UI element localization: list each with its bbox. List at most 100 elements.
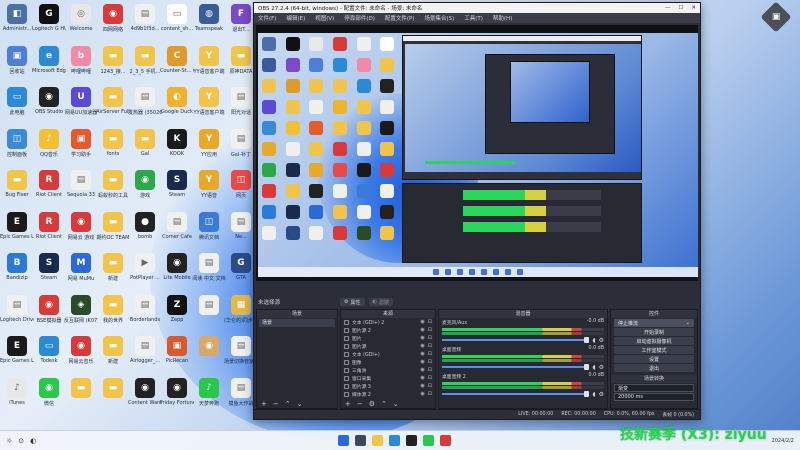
desktop-icon[interactable]: ◉ 网易云 游戏 [64,211,98,252]
lock-icon[interactable]: ⊡ [428,343,432,349]
eye-icon[interactable]: ◉ [420,351,424,357]
menu-item[interactable]: 工具(T) [464,14,483,22]
settings-button[interactable]: 设置 [614,355,694,363]
desktop-icon[interactable]: ● bomb [128,211,162,252]
desktop-icon[interactable]: ♪ QQ音乐 [32,128,66,169]
desktop-icon[interactable]: ▬ 新建 [96,253,130,293]
desktop-icon[interactable]: ◐ Google Duck [160,87,194,127]
desktop-icon[interactable]: ▬ 期约OC TEAM [96,211,130,252]
properties-button[interactable]: ⚙ 属性 [340,298,365,306]
stop-stream-button[interactable]: 停止推流 ⌄ [614,319,694,327]
speaker-icon[interactable]: ◖ [592,337,595,344]
remove-icon[interactable]: − [273,400,279,408]
virtual-camera-button[interactable]: 启动虚拟摄像机 [614,337,694,345]
lock-icon[interactable]: ⊡ [428,351,432,357]
task-view-icon[interactable] [355,435,366,446]
file-explorer-icon[interactable] [372,435,383,446]
desktop-icon[interactable]: ◉ OBS Studio [32,87,66,127]
source-item[interactable]: 文本 (GDI+) 2 ◉ ⊡ [341,318,435,326]
desktop-icon[interactable]: ▬ 蚂蚁秒的工具 [96,170,130,210]
menu-item[interactable]: 帮助(H) [493,14,512,22]
desktop-icon[interactable]: ▬ [64,377,98,418]
lock-icon[interactable]: ⊡ [428,375,432,381]
desktop-icon[interactable]: ◉ [192,336,226,376]
lock-icon[interactable]: ⊡ [428,335,432,341]
desktop-icon[interactable]: ◉Content Warning [128,377,162,418]
transition-select[interactable]: 渐变 [614,384,694,392]
desktop-icon[interactable]: G Logitech G HUB [32,4,66,44]
filters-button[interactable]: ◐ 滤镜 [368,298,393,306]
desktop-icon[interactable]: ▤ Airlogger_... [128,336,162,376]
gear-icon[interactable]: ⚙ [599,364,604,371]
speaker-icon[interactable]: ◖ [592,391,595,398]
desktop-icon[interactable]: EEpic Games Launcher [0,211,34,252]
menu-item[interactable]: 视图(V) [315,14,334,22]
desktop-icon[interactable]: ▬ fonts [96,128,130,169]
move-up-icon[interactable]: ⌃ [285,400,291,408]
desktop-icon[interactable]: ▶ PotPlayer ... [128,253,162,293]
desktop-icon[interactable]: U 网易UU加速器 [64,87,98,127]
source-item[interactable]: 图像 ◉ ⊡ [341,358,435,366]
desktop-icon[interactable]: ▣ PicRecan [160,336,194,376]
lock-icon[interactable]: ⊡ [428,367,432,373]
desktop-icon[interactable]: ▬ 新建 [96,336,130,376]
desktop-icon[interactable]: ▤ Borderlands [128,294,162,335]
desktop-icon[interactable]: ▤ Corner Cafe [160,211,194,252]
lock-icon[interactable]: ⊡ [428,391,432,397]
eye-icon[interactable]: ◉ [420,359,424,365]
desktop-icon[interactable]: ▤ 发热器 (35026) [128,87,162,127]
volume-slider[interactable] [442,391,590,397]
lock-icon[interactable]: ⊡ [428,327,432,333]
close-icon[interactable]: ✕ [691,5,696,11]
desktop-icon[interactable]: ▬ 1243_接... [96,45,130,86]
desktop-icon[interactable]: ▬ [96,377,130,418]
desktop-icon[interactable]: ▭ Todesk [32,336,66,376]
desktop-icon[interactable]: K KOOK [160,128,194,169]
gear-icon[interactable]: ⚙ [599,337,604,344]
source-item[interactable]: 文本 (GDI+) ◉ ⊡ [341,350,435,358]
desktop-icon[interactable]: ▬ 2_3_5 手机... [128,45,162,86]
eye-icon[interactable]: ◉ [420,367,424,373]
widget-icon[interactable]: ⊙ [18,437,24,445]
desktop-icon[interactable]: e Microsoft Edge [32,45,66,86]
desktop-icon[interactable]: ◍ Teamspeak [192,4,226,44]
edge-icon[interactable] [389,435,400,446]
move-down-icon[interactable]: ⌄ [393,400,399,408]
slider-handle[interactable] [584,391,590,397]
desktop-icon[interactable]: ▬ Gal [128,128,162,169]
desktop-icon[interactable]: ▤ 阅读 中文 文档 [192,253,226,293]
desktop-icon[interactable]: Y YY语音客户端 [192,45,226,86]
menu-item[interactable]: 文件(F) [258,14,276,22]
eye-icon[interactable]: ◉ [420,375,424,381]
slider-handle[interactable] [584,337,590,343]
menu-item[interactable]: 场景集合(S) [424,14,454,22]
source-item[interactable]: 三角洲 ◉ ⊡ [341,366,435,374]
desktop-icon[interactable]: ◈ 反互联网 (K07) [64,294,98,335]
desktop-icon[interactable]: R Riot Client [32,170,66,210]
minimize-icon[interactable]: — [665,5,671,11]
move-down-icon[interactable]: ⌄ [297,400,303,408]
desktop-icon[interactable]: ◉ 微信 [32,377,66,418]
exit-button[interactable]: 退出 [614,364,694,372]
menu-item[interactable]: 停靠部件(D) [344,14,375,22]
eye-icon[interactable]: ◉ [420,343,424,349]
eye-icon[interactable]: ◉ [420,335,424,341]
remove-icon[interactable]: − [357,400,363,408]
desktop-icon[interactable]: S Steam [32,253,66,293]
desktop-icon[interactable]: ▭ content_sh... [160,4,194,44]
desktop-icon[interactable]: M 网易 MuMu [64,253,98,293]
desktop-icon[interactable]: CCounter-St... Global Of... [160,45,194,86]
move-up-icon[interactable]: ⌃ [381,400,387,408]
lock-icon[interactable]: ⊡ [428,319,432,325]
desktop-icon[interactable]: ▣ 回收站 [0,45,34,86]
desktop-icon[interactable]: ▤ 4d9b1f3d... [128,4,162,44]
desktop-icon[interactable]: ▣ 学习助手 [64,128,98,169]
start-icon[interactable] [338,435,349,446]
obs-titlebar[interactable]: OBS 27.2.4 (64-bit, windows) - 配置文件: 未命名… [254,3,700,13]
desktop-icon[interactable]: ◫ 控制面板 [0,128,34,169]
desktop-icon[interactable]: ◉ 网易云音乐 [64,336,98,376]
desktop-icon[interactable]: R Riot Client [32,211,66,252]
source-item[interactable]: 图片源 2 ◉ ⊡ [341,326,435,334]
obs-icon[interactable] [406,435,417,446]
desktop-icon[interactable]: ◫ 腾讯文档 [192,211,226,252]
